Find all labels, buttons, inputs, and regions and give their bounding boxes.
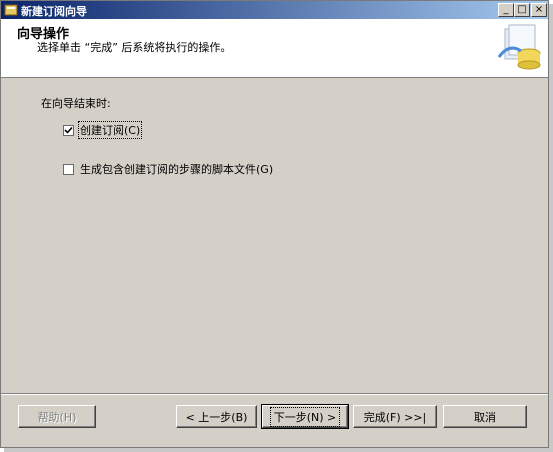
minimize-icon: _ <box>503 4 509 15</box>
back-button-label: < 上一步(B) <box>185 410 248 424</box>
window-shadow-right <box>549 4 553 452</box>
maximize-icon: □ <box>517 4 527 15</box>
next-button-label: 下一步(N) > <box>269 406 341 427</box>
section-label: 在向导结束时: <box>41 97 111 110</box>
window-title: 新建订阅向导 <box>21 5 87 18</box>
cancel-button[interactable]: 取消 <box>443 405 527 428</box>
help-button[interactable]: 帮助(H) <box>18 405 96 428</box>
generate-script-checkbox[interactable] <box>63 163 74 175</box>
app-icon <box>4 4 18 16</box>
generate-script-label: 生成包含创建订阅的步骤的脚本文件(G) <box>80 163 274 176</box>
title-bar[interactable]: 新建订阅向导 _ □ × <box>1 1 548 19</box>
close-button[interactable]: × <box>531 3 547 17</box>
window-shadow-bottom <box>4 448 553 452</box>
create-subscription-checkbox[interactable] <box>63 124 74 136</box>
help-button-label: 帮助(H) <box>37 410 77 424</box>
wizard-window: 新建订阅向导 _ □ × 向导操作 选择单击 “完成” 后系统将执行的操作。 在… <box>0 0 549 448</box>
finish-button[interactable]: 完成(F) >>| <box>353 405 437 428</box>
wizard-database-icon <box>497 24 541 70</box>
finish-button-label: 完成(F) >>| <box>363 410 427 424</box>
create-subscription-option[interactable]: 创建订阅(C) <box>63 121 143 139</box>
maximize-button[interactable]: □ <box>514 3 530 17</box>
close-icon: × <box>534 4 544 15</box>
button-divider <box>1 393 548 395</box>
wizard-header: 向导操作 选择单击 “完成” 后系统将执行的操作。 <box>1 19 548 78</box>
back-button[interactable]: < 上一步(B) <box>176 405 257 428</box>
create-subscription-label: 创建订阅(C) <box>77 121 143 139</box>
checkmark-icon <box>64 126 73 134</box>
minimize-button[interactable]: _ <box>498 3 514 17</box>
generate-script-option[interactable]: 生成包含创建订阅的步骤的脚本文件(G) <box>63 161 274 177</box>
next-button[interactable]: 下一步(N) > <box>261 404 349 429</box>
cancel-button-label: 取消 <box>474 410 496 424</box>
page-subtitle: 选择单击 “完成” 后系统将执行的操作。 <box>37 41 232 54</box>
